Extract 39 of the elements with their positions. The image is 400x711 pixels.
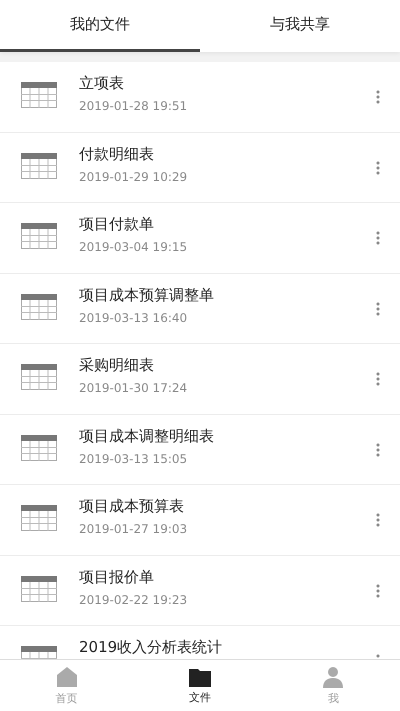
file-name: 项目成本调整明细表 [79,426,215,446]
file-row[interactable]: 项目报价单 2019-02-22 19:23 [0,556,400,625]
file-row[interactable]: 项目成本调整明细表 2019-03-13 15:05 [0,414,400,484]
spreadsheet-icon [21,505,57,531]
file-time: 2019-01-30 17:24 [79,381,188,395]
file-name: 2019收入分析表统计 [79,638,224,657]
file-row[interactable]: 立项表 2019-01-28 19:51 [0,62,400,132]
spreadsheet-icon [21,82,57,108]
file-name: 付款明细表 [79,144,155,164]
file-name: 立项表 [79,74,125,93]
person-icon [322,666,344,688]
file-row[interactable]: 付款明细表 2019-01-29 10:29 [0,132,400,202]
file-row[interactable]: 项目成本预算调整单 2019-03-13 16:40 [0,274,400,343]
file-name: 项目成本预算表 [79,497,185,516]
file-row[interactable]: 采购明细表 2019-01-30 17:24 [0,344,400,414]
file-row[interactable]: 项目成本预算表 2019-01-27 19:03 [0,485,400,554]
folder-icon [188,666,211,686]
file-name: 采购明细表 [79,356,155,375]
file-name: 项目报价单 [79,568,155,586]
spreadsheet-icon [21,364,57,390]
tab[interactable]: 我的文件 [0,0,200,52]
home-icon [56,666,78,688]
file-time: 2019-03-13 15:05 [79,452,188,466]
spreadsheet-icon [21,152,57,178]
file-time: 2019-01-29 10:29 [79,170,188,184]
file-name: 项目成本预算调整单 [79,286,215,304]
file-time: 2019-03-04 19:15 [79,240,188,254]
file-row[interactable]: 项目付款单 2019-03-04 19:15 [0,203,400,272]
tab[interactable]: 与我共享 [200,0,400,52]
file-row[interactable]: 2019收入分析表统计 [0,626,400,659]
spreadsheet-icon [21,434,57,460]
spreadsheet-icon [21,294,57,320]
spreadsheet-icon [21,223,57,249]
file-time: 2019-03-13 16:40 [79,310,188,324]
file-time: 2019-02-22 19:23 [79,592,188,606]
file-time: 2019-01-28 19:51 [79,99,188,113]
file-name: 项目付款单 [79,215,155,234]
file-time: 2019-01-27 19:03 [79,522,188,536]
spreadsheet-icon [21,576,57,602]
